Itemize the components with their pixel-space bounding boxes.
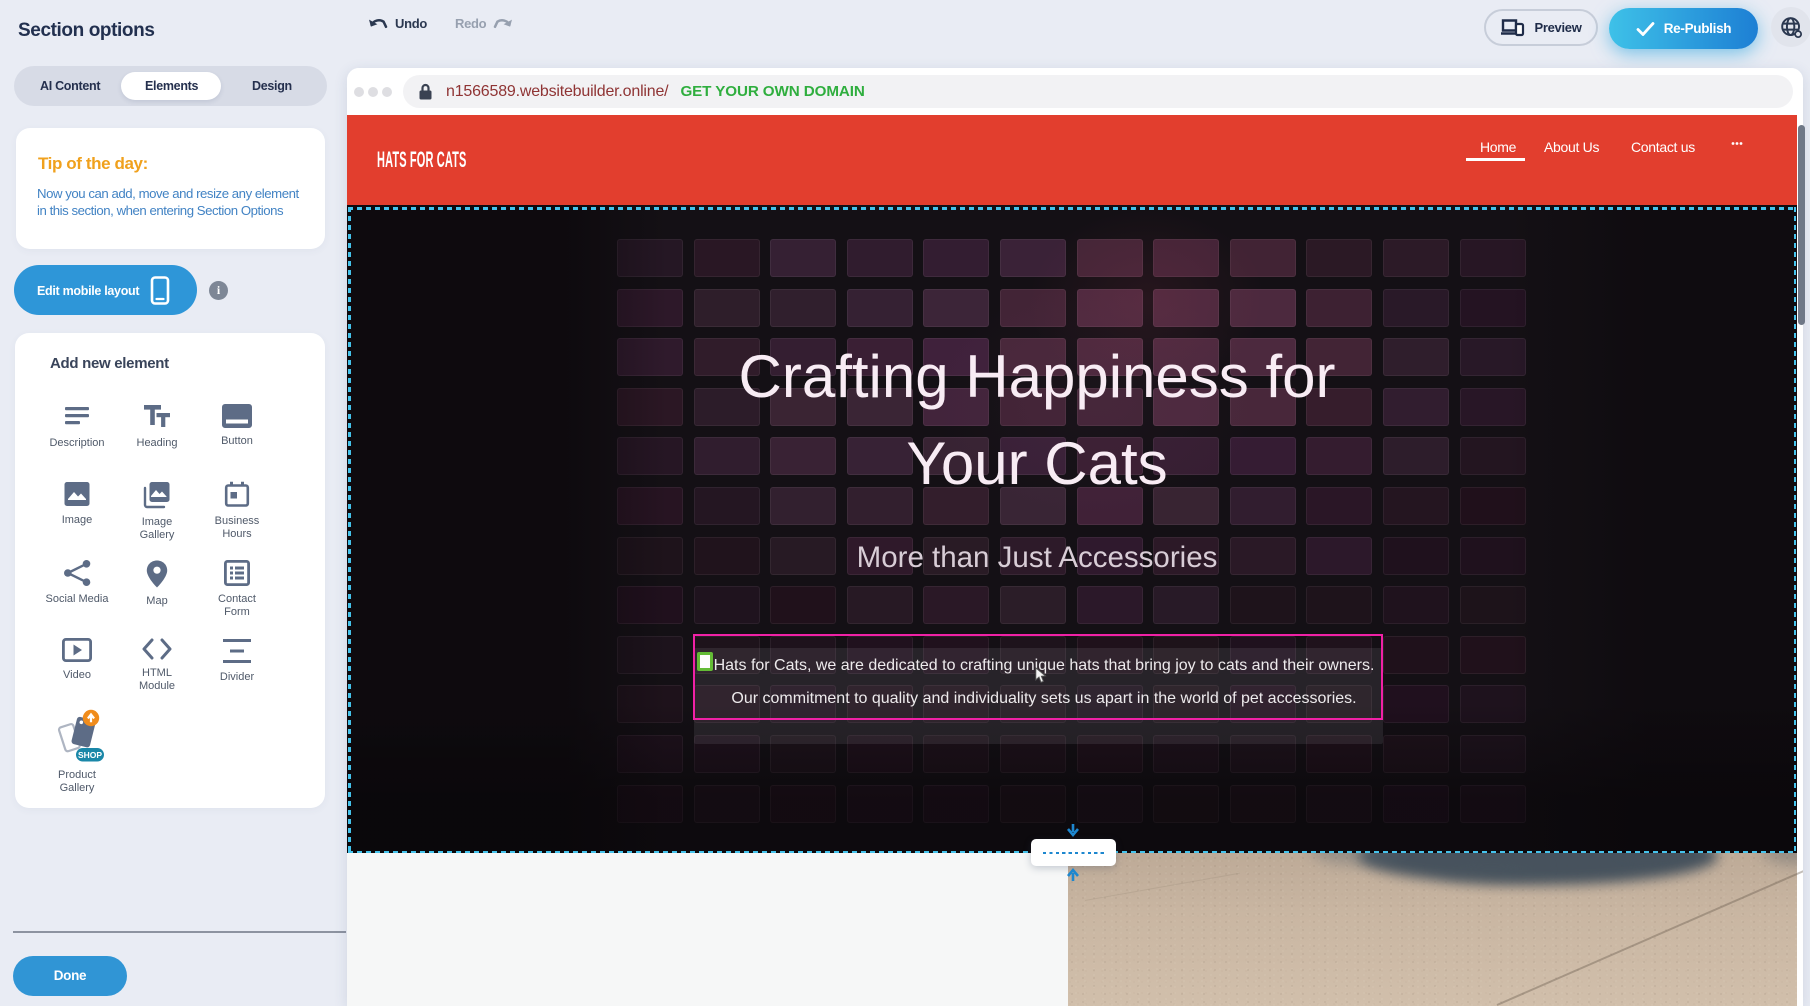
- svg-text:SHOP: SHOP: [78, 750, 102, 760]
